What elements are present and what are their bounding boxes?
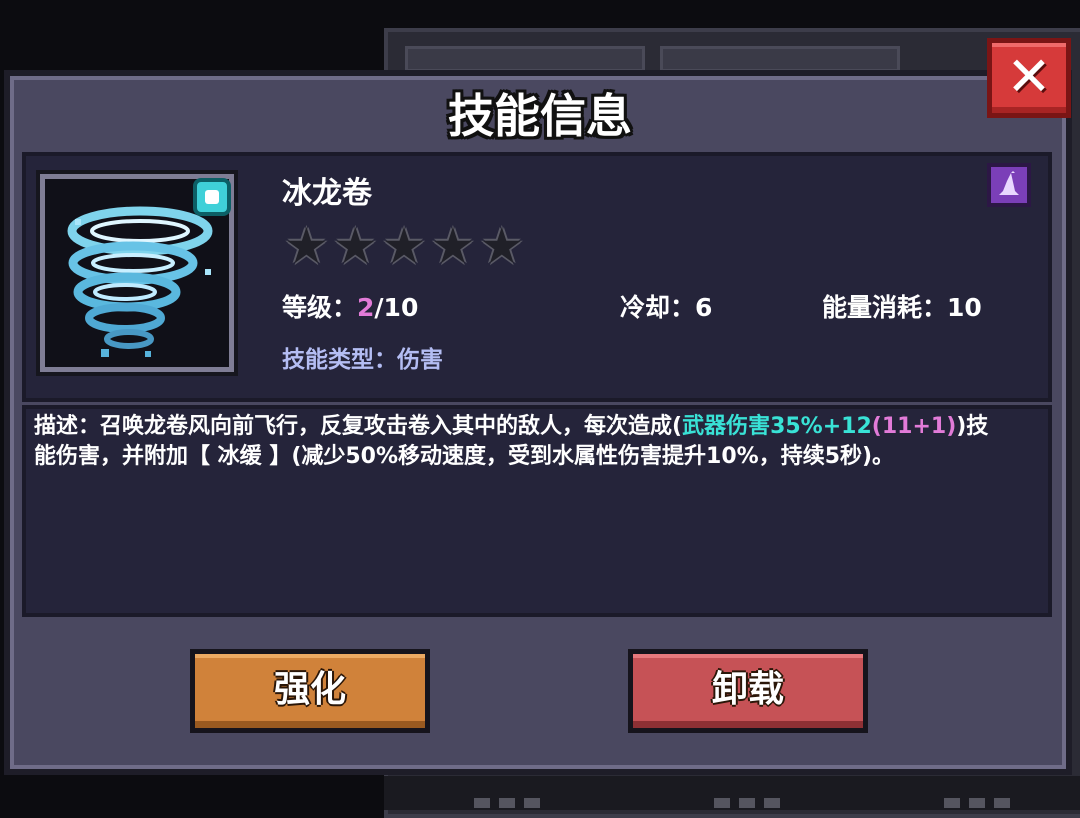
background-tab [660,46,900,72]
star-icon: ★ [479,217,525,275]
skill-name: 冰龙卷 [282,176,372,211]
description-text: 描述：召唤龙卷风向前飞行，反复攻击卷入其中的敌人，每次造成( [34,414,683,439]
upgrade-button[interactable]: 强化 [190,649,430,733]
background-tab [405,46,645,72]
unequip-button[interactable]: 卸载 [628,649,868,733]
skill-type: 技能类型：伤害 [282,347,443,373]
upgrade-note: (11+1) [871,414,957,439]
close-button[interactable]: ✕ [987,38,1071,118]
background-footer [384,776,1080,810]
skill-description: 描述：召唤龙卷风向前飞行，反复攻击卷入其中的敌人，每次造成(武器伤害35%+12… [34,412,1009,472]
star-icon: ★ [332,217,378,275]
damage-formula: 武器伤害35%+12 [682,414,872,439]
wizard-hat-icon [987,163,1031,207]
dialog-title: 技能信息 [448,89,632,143]
star-rating: ★ ★ ★ ★ ★ [284,220,524,272]
skill-energy-cost: 能量消耗：10 [822,293,982,322]
level-current: 2 [357,293,375,322]
level-label: 等级： [282,293,358,322]
star-icon: ★ [430,217,476,275]
star-icon: ★ [381,217,427,275]
skill-cooldown: 冷却：6 [620,293,713,322]
star-icon: ★ [284,217,329,275]
skill-level: 等级：2/10 [282,288,418,324]
gem-icon [193,178,231,216]
level-max: /10 [374,293,419,322]
